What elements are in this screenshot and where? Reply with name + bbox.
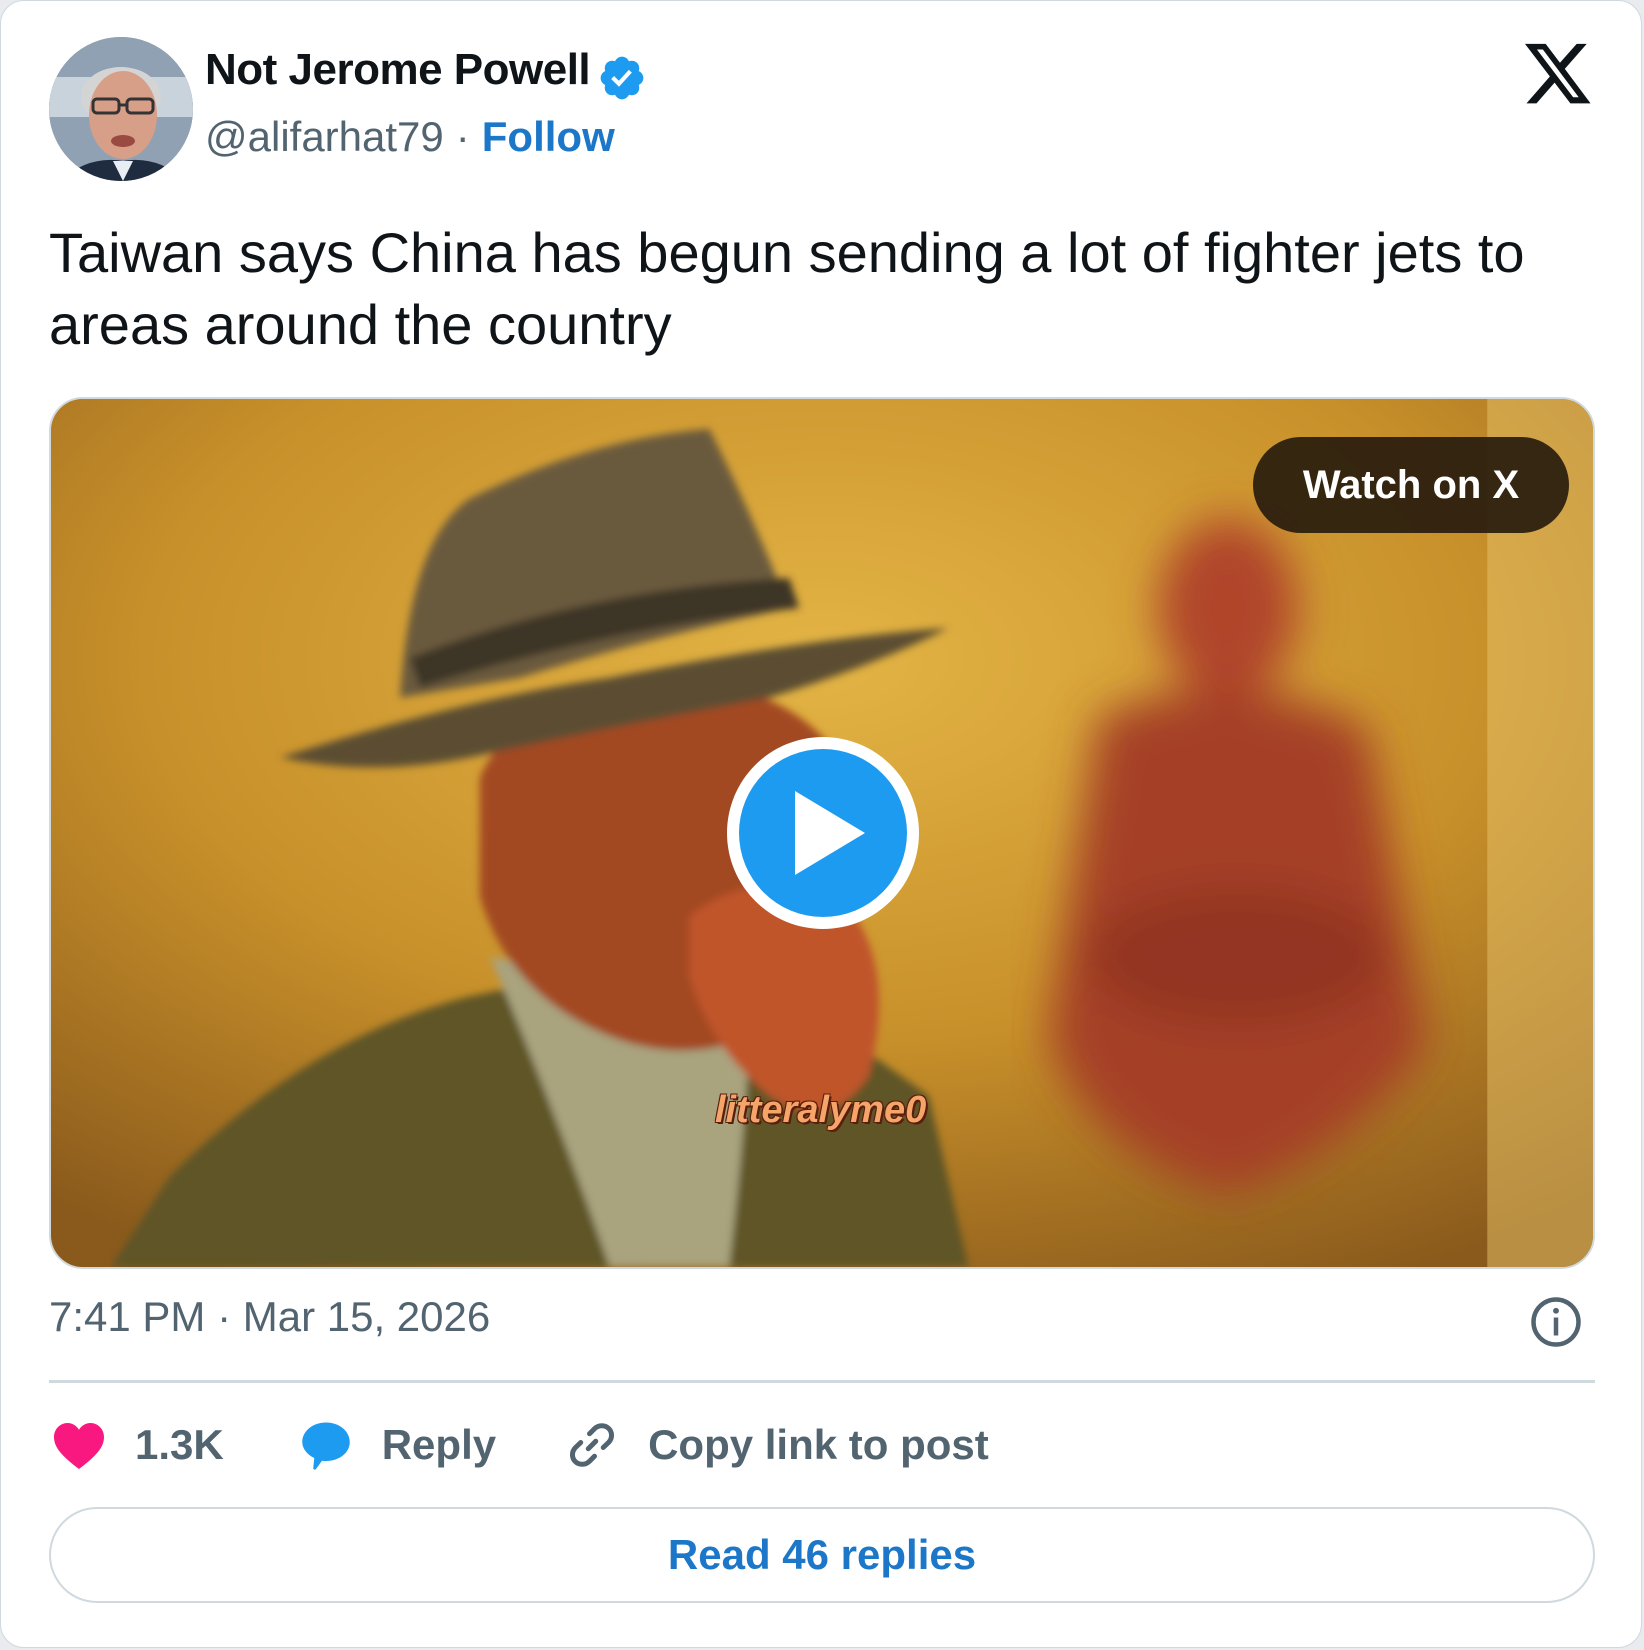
avatar-photo — [49, 37, 193, 181]
reply-button[interactable]: Reply — [296, 1415, 562, 1475]
read-replies-button[interactable]: Read 46 replies — [49, 1507, 1595, 1603]
video-player[interactable]: Watch on X litteralyme0 — [49, 397, 1595, 1269]
reply-label: Reply — [381, 1421, 497, 1468]
tweet-card: Not Jerome Powell @alifarhat79 · Follow Ta… — [0, 0, 1642, 1648]
action-bar: 1.3K Reply Copy link to post — [49, 1405, 989, 1485]
tweet-text: Taiwan says China has begun sending a lo… — [49, 221, 1525, 356]
x-logo-icon[interactable] — [1525, 43, 1593, 107]
author-handle-row: @alifarhat79 · Follow — [205, 113, 615, 161]
like-count: 1.3K — [135, 1421, 224, 1468]
play-icon[interactable] — [723, 733, 923, 933]
watch-on-x-button[interactable]: Watch on X — [1253, 437, 1569, 533]
separator-dot: · — [455, 113, 470, 160]
author-display-name[interactable]: Not Jerome Powell — [205, 45, 591, 95]
verified-badge-icon — [600, 56, 644, 100]
copy-link-label: Copy link to post — [648, 1421, 989, 1468]
like-button[interactable]: 1.3K — [49, 1415, 296, 1475]
author-handle[interactable]: @alifarhat79 — [205, 113, 444, 160]
heart-icon — [54, 1423, 104, 1469]
author-avatar[interactable] — [49, 37, 193, 181]
copy-link-button[interactable]: Copy link to post — [562, 1415, 989, 1475]
follow-button[interactable]: Follow — [482, 113, 615, 160]
video-watermark: litteralyme0 — [715, 1089, 927, 1131]
divider — [49, 1380, 1595, 1383]
link-icon — [570, 1423, 615, 1467]
reply-bubble-icon — [301, 1422, 350, 1470]
post-timestamp[interactable]: 7:41 PM · Mar 15, 2026 — [49, 1293, 490, 1341]
info-icon[interactable] — [1529, 1295, 1583, 1349]
